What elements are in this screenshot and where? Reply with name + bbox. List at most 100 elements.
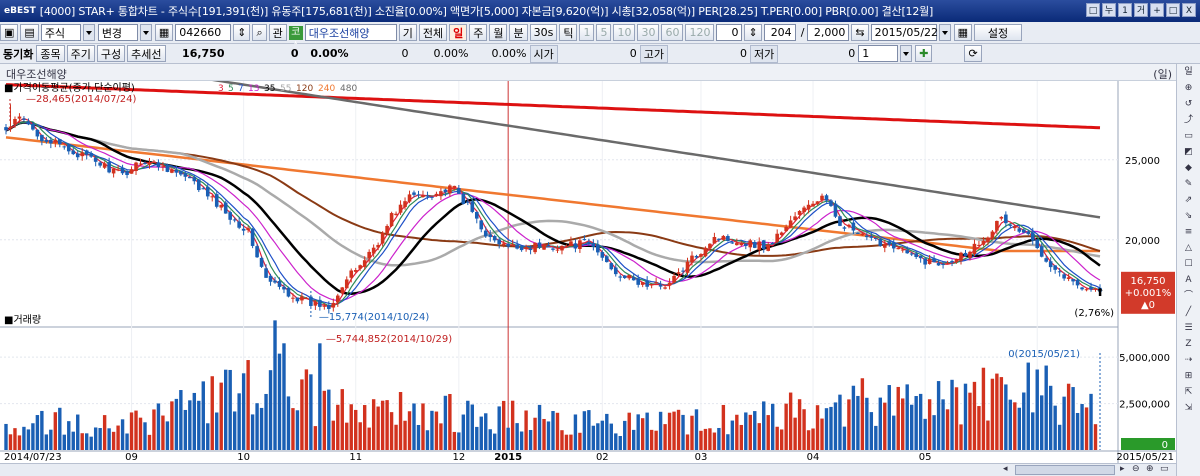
tool-icon-1[interactable]: ⊕ — [1180, 81, 1198, 95]
stock-code-input[interactable]: 042660 — [175, 24, 232, 41]
spin-up-down-icon[interactable]: ⇕ — [233, 24, 251, 41]
volume-bar — [116, 425, 120, 450]
tool-icon-15[interactable]: ╱ — [1180, 305, 1198, 319]
tool-icon-20[interactable]: ⇱ — [1180, 385, 1198, 399]
settings-button[interactable]: 설정 — [974, 24, 1023, 41]
candle — [461, 192, 466, 205]
sync-label[interactable]: 동기화 — [0, 46, 36, 62]
market-select[interactable]: 주식 — [40, 24, 81, 41]
volume-bar — [802, 409, 806, 450]
period-button-10[interactable]: 10 — [613, 24, 636, 41]
save-icon[interactable]: ▤ — [20, 24, 39, 41]
volume-bar — [658, 411, 663, 450]
window-button-1[interactable]: 누 — [1102, 3, 1116, 17]
x-axis-label: 12 — [452, 452, 465, 463]
period-button-5[interactable]: 5 — [596, 24, 612, 41]
period-button-60[interactable]: 60 — [661, 24, 684, 41]
volume-bar — [76, 414, 80, 450]
mode-select[interactable]: 변경 — [97, 24, 138, 41]
tool-icon-2[interactable]: ↺ — [1180, 97, 1198, 111]
count-c-input[interactable]: 2,000 — [807, 24, 850, 41]
quote-button-1[interactable]: 주기 — [66, 45, 95, 62]
tool-icon-14[interactable]: ⌒ — [1180, 289, 1198, 303]
tool-icon-21[interactable]: ⇲ — [1180, 401, 1198, 415]
mode-dropdown-icon[interactable] — [139, 24, 152, 41]
add-indicator-icon[interactable]: ✚ — [915, 45, 933, 62]
volume-bar — [519, 431, 524, 450]
search-button[interactable]: 관 — [268, 24, 287, 41]
tool-icon-0[interactable]: 일 — [1180, 65, 1198, 79]
tool-icon-8[interactable]: ⇗ — [1180, 193, 1198, 207]
volume-bar — [31, 423, 35, 450]
count-b-input[interactable]: 204 — [763, 24, 796, 41]
chart-header: 대우조선해양 (일) — [0, 64, 1176, 81]
count-a-input[interactable]: 0 — [716, 24, 743, 41]
interval-button-5[interactable]: 분 — [509, 24, 528, 41]
tool-icon-13[interactable]: A — [1180, 273, 1198, 287]
date-input[interactable]: 2015/05/22 — [870, 24, 938, 41]
volume-bar — [623, 420, 627, 450]
interval-button-4[interactable]: 월 — [489, 24, 508, 41]
tool-icon-10[interactable]: ≡ — [1180, 225, 1198, 239]
tool-icon-11[interactable]: △ — [1180, 241, 1198, 255]
tool-icon-6[interactable]: ◆ — [1180, 161, 1198, 175]
volume-bar — [918, 393, 923, 450]
tool-icon-19[interactable]: ⊞ — [1180, 369, 1198, 383]
zoom-in-icon[interactable]: ⊕ — [1146, 464, 1154, 474]
chart-scrollbar[interactable] — [1015, 465, 1115, 475]
tool-icon-12[interactable]: ☐ — [1180, 257, 1198, 271]
volume-bar — [784, 403, 788, 450]
volume-bar — [551, 411, 555, 450]
refresh-icon[interactable]: ⟳ — [964, 45, 982, 62]
tool-icon-18[interactable]: ⇢ — [1180, 353, 1198, 367]
date-dropdown-icon[interactable] — [938, 24, 951, 41]
market-dropdown-icon[interactable] — [82, 24, 95, 41]
window-button-4[interactable]: + — [1150, 3, 1164, 17]
quote-button-3[interactable]: 추세선 — [127, 45, 166, 62]
window-button-2[interactable]: 1 — [1118, 3, 1132, 17]
period-button-30[interactable]: 30 — [637, 24, 660, 41]
tool-icon-3[interactable]: ⤴ — [1180, 113, 1198, 127]
search-icon[interactable]: ⌕ — [252, 24, 267, 41]
tool-icon-7[interactable]: ✎ — [1180, 177, 1198, 191]
interval-button-6[interactable]: 30s — [529, 24, 558, 41]
tool-icon-4[interactable]: ▭ — [1180, 129, 1198, 143]
interval-button-2[interactable]: 일 — [449, 24, 468, 41]
interval-button-1[interactable]: 전체 — [418, 24, 448, 41]
window-button-3[interactable]: 거 — [1134, 3, 1148, 17]
overlay-dropdown-icon[interactable] — [900, 45, 913, 62]
period-button-1[interactable]: 1 — [579, 24, 595, 41]
quote-button-0[interactable]: 종목 — [36, 45, 65, 62]
price-volume-chart[interactable]: ■가격이동평균(종가,단순이평) 3 5 7 13 35 55 120 240 480—28,46… — [0, 81, 1176, 463]
chart-menu-icon[interactable]: ▣ — [0, 24, 19, 41]
interval-button-7[interactable]: 틱 — [559, 24, 578, 41]
volume-bar — [851, 385, 856, 450]
volume-bar — [663, 424, 667, 450]
window-button-0[interactable]: □ — [1086, 3, 1100, 17]
scroll-left-icon[interactable]: ◂ — [1003, 464, 1008, 474]
interval-button-0[interactable]: 기 — [398, 24, 417, 41]
interval-button-3[interactable]: 주 — [469, 24, 488, 41]
grid-icon[interactable]: ▦ — [154, 24, 174, 41]
calendar-icon[interactable]: ▦ — [953, 24, 973, 41]
overlay-count-input[interactable]: 1 — [858, 45, 899, 62]
scroll-right-icon[interactable]: ▸ — [1120, 464, 1125, 474]
volume-bar — [152, 409, 156, 450]
stock-name-field[interactable]: 대우조선해양 — [304, 24, 397, 41]
last-price-tag-text: 16,750 — [1131, 276, 1166, 287]
period-button-120[interactable]: 120 — [685, 24, 715, 41]
tool-icon-16[interactable]: ☰ — [1180, 321, 1198, 335]
count-a-spin-icon[interactable]: ⇕ — [744, 24, 762, 41]
tool-icon-5[interactable]: ◩ — [1180, 145, 1198, 159]
zoom-out-icon[interactable]: ⊖ — [1132, 464, 1140, 474]
quote-button-2[interactable]: 구성 — [96, 45, 126, 62]
tool-icon-17[interactable]: Z — [1180, 337, 1198, 351]
x-axis-label: 2014/07/23 — [4, 452, 62, 463]
candle — [259, 256, 264, 268]
volume-bar — [596, 423, 600, 450]
fit-icon[interactable]: ▭ — [1160, 464, 1169, 474]
tool-icon-9[interactable]: ⇘ — [1180, 209, 1198, 223]
window-button-6[interactable]: X — [1182, 3, 1196, 17]
window-button-5[interactable]: □ — [1166, 3, 1180, 17]
date-toggle-icon[interactable]: ⇆ — [851, 24, 869, 41]
